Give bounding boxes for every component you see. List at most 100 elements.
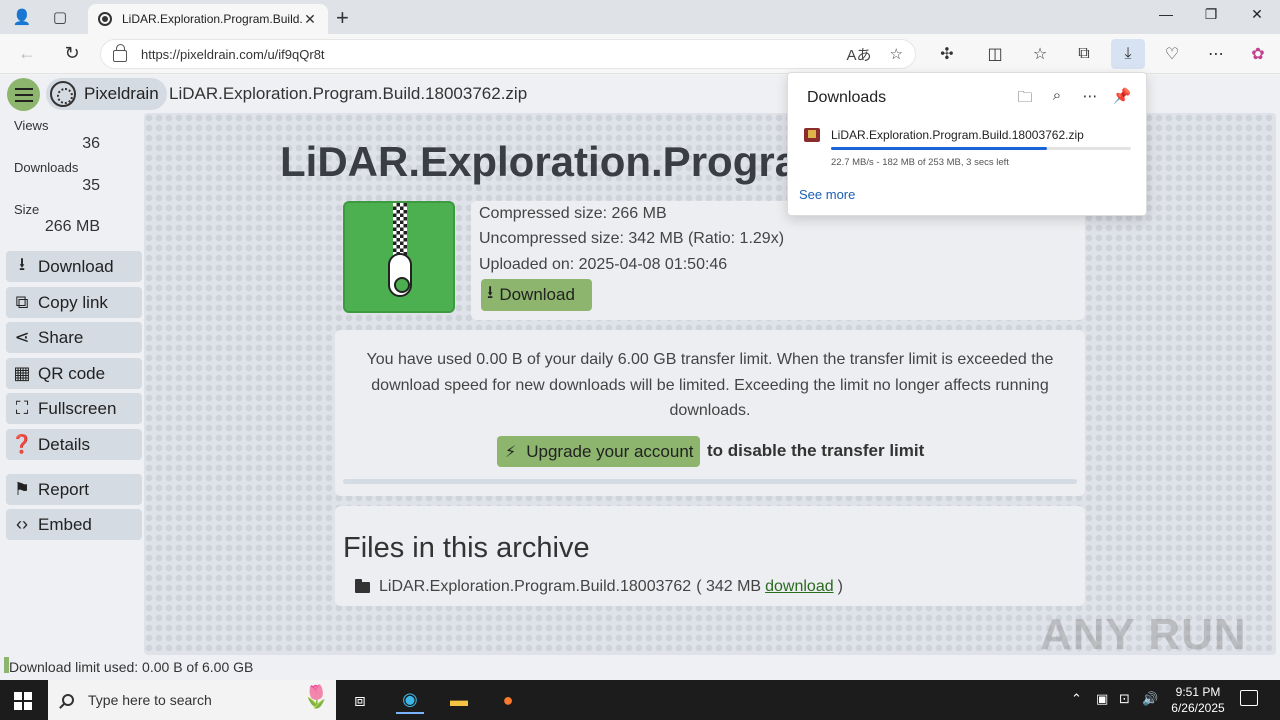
views-value: 36	[82, 135, 100, 152]
download-progress-bar	[831, 147, 1131, 150]
profile-icon[interactable]: 👤	[11, 6, 33, 28]
download-item-name[interactable]: LiDAR.Exploration.Program.Build.18003762…	[831, 128, 1084, 142]
brand-label: Pixeldrain	[84, 84, 159, 103]
pixeldrain-home-button[interactable]: Pixeldrain	[46, 78, 167, 110]
code-icon: ‹›	[16, 514, 28, 534]
new-tab-button[interactable]: +	[336, 5, 349, 31]
qr-code-label: QR code	[38, 363, 106, 383]
main-download-button[interactable]: ⭳ Download	[481, 279, 592, 311]
show-hidden-icons-icon[interactable]: ⌃	[1071, 691, 1082, 707]
clock-time: 9:51 PM	[1175, 685, 1221, 699]
minimize-button[interactable]: —	[1151, 6, 1181, 22]
split-screen-icon[interactable]: ◫	[982, 42, 1008, 66]
size-label: Size	[14, 202, 40, 217]
file-name-header: LiDAR.Exploration.Program.Build.18003762…	[169, 84, 528, 103]
archive-entry-name: LiDAR.Exploration.Program.Build.18003762	[379, 578, 692, 595]
report-button[interactable]: ⚑ Report	[6, 474, 142, 505]
downloads-icon[interactable]: ⤓	[1111, 39, 1145, 69]
windows-start-icon[interactable]	[14, 692, 32, 710]
sidebar-download-label: Download	[38, 256, 114, 276]
main-download-label: Download	[499, 285, 575, 304]
address-bar[interactable]: https://pixeldrain.com/u/if9qQr8t Aあ ☆	[100, 39, 916, 69]
more-menu-icon[interactable]: ⋯	[1203, 42, 1229, 66]
qr-code-button[interactable]: ▦ QR code	[6, 358, 142, 389]
tab-bar: 👤 ▢ LiDAR.Exploration.Program.Build.1 ✕ …	[0, 0, 1280, 34]
refresh-icon[interactable]: ↻	[60, 43, 84, 64]
open-folder-icon[interactable]: 🗀	[1014, 87, 1036, 109]
network-icon[interactable]: ▣	[1096, 691, 1108, 707]
embed-label: Embed	[38, 514, 92, 534]
downloads-panel: Downloads 🗀 ⌕ ⋯ 📌 LiDAR.Exploration.Prog…	[787, 72, 1147, 216]
search-downloads-icon[interactable]: ⌕	[1046, 87, 1068, 109]
report-label: Report	[38, 479, 90, 499]
copilot-icon[interactable]: ✿	[1245, 42, 1271, 66]
see-more-link[interactable]: See more	[799, 187, 855, 202]
tab-actions-icon[interactable]: ▢	[49, 6, 71, 28]
archive-file-row: LiDAR.Exploration.Program.Build.18003762…	[355, 578, 843, 596]
clock-date: 6/26/2025	[1171, 701, 1225, 715]
pixeldrain-logo-icon	[50, 81, 76, 107]
folder-icon	[355, 578, 370, 593]
taskbar-search-placeholder: Type here to search	[88, 692, 212, 708]
notifications-icon[interactable]	[1240, 690, 1258, 706]
collections-icon[interactable]: ⧉	[1071, 42, 1097, 66]
edge-taskbar-icon[interactable]: ◉	[396, 686, 424, 714]
upload-date: Uploaded on: 2025-04-08 01:50:46	[479, 256, 728, 273]
extensions-icon[interactable]: ✣	[934, 42, 960, 66]
upgrade-note: to disable the transfer limit	[707, 441, 925, 460]
file-explorer-icon[interactable]: ▬	[445, 686, 473, 714]
url-text[interactable]: https://pixeldrain.com/u/if9qQr8t	[141, 47, 829, 62]
task-view-icon[interactable]: ⧈	[346, 686, 374, 714]
sidebar: Views 36 Downloads 35 Size 266 MB ⭳ Down…	[0, 113, 144, 680]
windows-taskbar: Type here to search 🌷 ⧈ ◉ ▬ ● ⌃ ▣ ⊡ 🔊 9:…	[0, 680, 1280, 720]
archive-entry-suffix: )	[837, 578, 843, 595]
archive-entry-download-link[interactable]: download	[765, 578, 834, 596]
taskbar-clock[interactable]: 9:51 PM 6/26/2025	[1162, 684, 1234, 716]
close-window-button[interactable]: ✕	[1242, 6, 1272, 23]
status-bar-text: Download limit used: 0.00 B of 6.00 GB	[9, 659, 254, 675]
address-toolbar: ← ↻ https://pixeldrain.com/u/if9qQr8t Aあ…	[0, 34, 1280, 74]
qr-code-icon: ▦	[13, 363, 31, 383]
sidebar-download-button[interactable]: ⭳ Download	[6, 251, 142, 282]
restore-button[interactable]: ❐	[1196, 6, 1226, 23]
download-item-status: 22.7 MB/s - 182 MB of 253 MB, 3 secs lef…	[831, 157, 1009, 168]
firefox-icon[interactable]: ●	[494, 686, 522, 714]
network-wired-icon[interactable]: ⊡	[1119, 691, 1130, 707]
close-tab-icon[interactable]: ✕	[302, 11, 318, 28]
embed-button[interactable]: ‹› Embed	[6, 509, 142, 540]
anyrun-watermark: ANY RUN	[1040, 610, 1247, 659]
favorites-icon[interactable]: ☆	[1027, 42, 1053, 66]
favorite-star-icon[interactable]: ☆	[890, 45, 903, 63]
copy-link-button[interactable]: ⧉ Copy link	[6, 287, 142, 318]
archive-files-title: Files in this archive	[343, 532, 590, 564]
taskbar-search[interactable]: Type here to search 🌷	[48, 680, 336, 720]
help-icon: ❓	[10, 434, 34, 454]
pixeldrain-favicon-icon	[98, 12, 112, 26]
lock-icon[interactable]	[113, 44, 127, 62]
file-title: LiDAR.Exploration.Program.	[280, 138, 848, 185]
menu-button[interactable]	[7, 78, 40, 111]
read-aloud-icon[interactable]: Aあ	[847, 44, 872, 65]
archive-file-icon	[804, 128, 820, 142]
views-label: Views	[14, 118, 49, 133]
downloads-value: 35	[82, 177, 100, 194]
compressed-size: Compressed size: 266 MB	[479, 205, 667, 222]
zip-archive-icon	[343, 201, 455, 313]
pin-icon[interactable]: 📌	[1111, 87, 1133, 109]
downloads-label: Downloads	[14, 160, 79, 175]
size-value: 266 MB	[44, 218, 100, 235]
fullscreen-label: Fullscreen	[38, 398, 117, 418]
fullscreen-button[interactable]: ⛶ Fullscreen	[6, 393, 142, 424]
browser-essentials-icon[interactable]: ♡	[1159, 42, 1185, 66]
tab-pixeldrain[interactable]: LiDAR.Exploration.Program.Build.1 ✕	[88, 4, 328, 34]
copy-link-label: Copy link	[38, 292, 108, 312]
details-button[interactable]: ❓ Details	[6, 429, 142, 460]
upgrade-account-button[interactable]: ⚡ Upgrade your account	[497, 436, 700, 467]
transfer-limit-text: You have used 0.00 B of your daily 6.00 …	[366, 351, 1054, 419]
search-highlight-icon: 🌷	[302, 684, 330, 709]
share-button[interactable]: ⋖ Share	[6, 322, 142, 353]
tab-title: LiDAR.Exploration.Program.Build.1	[122, 12, 302, 26]
volume-icon[interactable]: 🔊	[1142, 691, 1158, 707]
downloads-more-icon[interactable]: ⋯	[1079, 87, 1101, 109]
back-icon[interactable]: ←	[15, 43, 39, 64]
